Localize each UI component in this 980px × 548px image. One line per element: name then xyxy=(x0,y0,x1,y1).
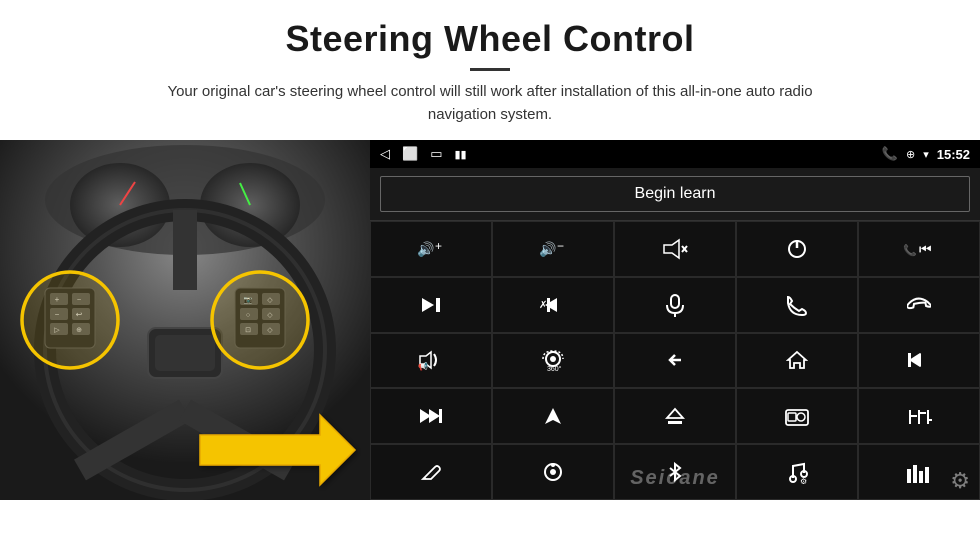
title-section: Steering Wheel Control Your original car… xyxy=(0,18,980,126)
grid-speaker[interactable]: 📢 xyxy=(370,333,492,389)
gear-settings-icon[interactable]: ⚙ xyxy=(950,468,970,494)
square-outline-icon: ▭ xyxy=(430,146,442,162)
subtitle-text: Your original car's steering wheel contr… xyxy=(150,81,830,126)
grid-skip-back-double[interactable] xyxy=(858,333,980,389)
content-area: + ~ − ↩ ▷ ⊕ 📷 ◇ ○ ◇ ⊡ ◇ xyxy=(0,140,980,500)
android-ui-panel: ◁ ⬜ ▭ ▮▮ 📞 ⊕ ▾ 15:52 Begin learn xyxy=(370,140,980,500)
grid-skip-prev-x[interactable]: ✗ xyxy=(492,277,614,333)
grid-fast-forward[interactable] xyxy=(370,388,492,444)
steering-wheel-svg: + ~ − ↩ ▷ ⊕ 📷 ◇ ○ ◇ ⊡ ◇ xyxy=(0,140,370,500)
steering-wheel-image: + ~ − ↩ ▷ ⊕ 📷 ◇ ○ ◇ ⊡ ◇ xyxy=(0,140,370,500)
begin-learn-row: Begin learn xyxy=(370,168,980,220)
svg-text:📞: 📞 xyxy=(903,243,917,257)
grid-eject[interactable] xyxy=(614,388,736,444)
grid-equalizer-sliders[interactable] xyxy=(858,388,980,444)
grid-vol-down[interactable]: 🔊− xyxy=(492,221,614,277)
signal-icon: ▮▮ xyxy=(454,148,466,161)
grid-bluetooth[interactable] xyxy=(614,444,736,500)
grid-power[interactable] xyxy=(736,221,858,277)
grid-phone-end[interactable] xyxy=(858,277,980,333)
svg-text:📢: 📢 xyxy=(418,361,428,371)
home-rect-icon: ⬜ xyxy=(402,146,418,162)
page-title: Steering Wheel Control xyxy=(0,18,980,60)
grid-radio[interactable] xyxy=(736,388,858,444)
grid-pen-edit[interactable] xyxy=(370,444,492,500)
title-divider xyxy=(470,68,510,71)
grid-back[interactable] xyxy=(614,333,736,389)
status-time: 15:52 xyxy=(937,147,970,162)
grid-skip-next[interactable] xyxy=(370,277,492,333)
begin-learn-button[interactable]: Begin learn xyxy=(380,176,970,212)
grid-settings-knob[interactable] xyxy=(492,444,614,500)
svg-text:⏮: ⏮ xyxy=(919,241,932,257)
svg-text:−: − xyxy=(557,239,564,253)
svg-text:+: + xyxy=(435,239,442,253)
grid-phone-prev[interactable]: 📞⏮ xyxy=(858,221,980,277)
svg-text:🔊: 🔊 xyxy=(417,240,434,258)
status-bar: ◁ ⬜ ▭ ▮▮ 📞 ⊕ ▾ 15:52 xyxy=(370,140,980,168)
svg-text:🔊: 🔊 xyxy=(539,240,556,258)
status-right-icons: 📞 ⊕ ▾ 15:52 xyxy=(882,146,970,162)
grid-mute[interactable] xyxy=(614,221,736,277)
grid-phone-call[interactable] xyxy=(736,277,858,333)
grid-vol-up[interactable]: 🔊+ xyxy=(370,221,492,277)
grid-home[interactable] xyxy=(736,333,858,389)
wifi-status-icon: ▾ xyxy=(923,148,929,161)
grid-360-cam[interactable]: 360° xyxy=(492,333,614,389)
svg-text:⚙: ⚙ xyxy=(800,477,807,484)
grid-navigate[interactable] xyxy=(492,388,614,444)
page-container: Steering Wheel Control Your original car… xyxy=(0,0,980,548)
svg-text:360°: 360° xyxy=(547,365,562,372)
back-arrow-icon: ◁ xyxy=(380,146,390,162)
location-status-icon: ⊕ xyxy=(906,148,915,161)
grid-music-note[interactable]: ⚙ xyxy=(736,444,858,500)
icon-grid: 🔊+ 🔊− 📞⏮ ✗ xyxy=(370,220,980,500)
grid-mic[interactable] xyxy=(614,277,736,333)
phone-status-icon: 📞 xyxy=(882,146,898,162)
status-left-icons: ◁ ⬜ ▭ ▮▮ xyxy=(380,146,467,162)
